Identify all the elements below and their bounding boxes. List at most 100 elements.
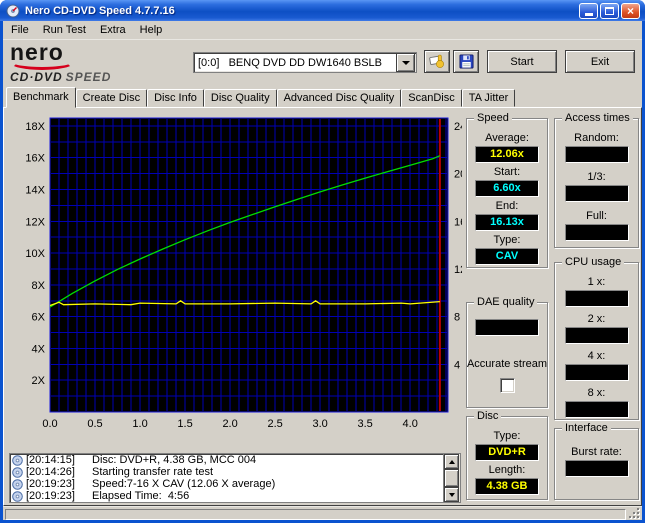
- minimize-button[interactable]: [579, 2, 598, 19]
- svg-text:16X: 16X: [25, 153, 45, 165]
- close-button[interactable]: ×: [621, 2, 640, 19]
- tab-scandisc[interactable]: ScanDisc: [401, 89, 462, 107]
- resize-grip[interactable]: [628, 507, 641, 520]
- tab-create-disc[interactable]: Create Disc: [75, 89, 148, 107]
- disc-length-value: 4.38 GB: [475, 478, 539, 495]
- start-button[interactable]: Start: [487, 50, 557, 73]
- log-entry[interactable]: [20:14:15] Disc: DVD+R, 4.38 GB, MCC 004: [10, 454, 460, 466]
- tab-disc-quality[interactable]: Disc Quality: [203, 89, 277, 107]
- end-speed-value: 16.13x: [475, 214, 539, 231]
- speed-type-value: CAV: [475, 248, 539, 265]
- titlebar[interactable]: Nero CD-DVD Speed 4.7.7.16 ×: [0, 0, 645, 21]
- log-entry-time: [20:19:23]: [26, 490, 75, 502]
- svg-text:6X: 6X: [32, 312, 46, 324]
- tab-advanced-disc-quality[interactable]: Advanced Disc Quality: [276, 89, 402, 107]
- svg-text:24: 24: [454, 121, 462, 133]
- arrow-up-icon: [448, 459, 455, 464]
- log-entry-text: Starting transfer rate test: [92, 466, 214, 478]
- svg-text:1.5: 1.5: [177, 418, 192, 430]
- speed-type-label: Type:: [493, 234, 521, 246]
- log-entry[interactable]: [20:19:23] Speed:7-16 X CAV (12.06 X ave…: [10, 478, 460, 490]
- access-times-groupbox: Access times Random: 1/3: Full:: [554, 112, 639, 248]
- random-access-value: [564, 146, 629, 163]
- dae-quality-value: [475, 319, 539, 336]
- cpu-8x-value: [564, 401, 629, 418]
- accurate-stream-label: Accurate stream: [466, 358, 548, 370]
- scroll-down-button[interactable]: [444, 487, 459, 502]
- interface-groupbox: Interface Burst rate:: [554, 422, 639, 500]
- svg-text:14X: 14X: [25, 185, 45, 197]
- svg-text:3.0: 3.0: [312, 418, 327, 430]
- svg-text:12X: 12X: [25, 216, 45, 228]
- log-list[interactable]: [20:14:15] Disc: DVD+R, 4.38 GB, MCC 004…: [9, 453, 461, 503]
- one-third-access-value: [564, 185, 629, 202]
- burst-rate-value: [564, 460, 629, 477]
- benchmark-chart: 2X 4X 6X 8X 10X 12X 14X 16X 18X 4 8 12 16 20 24 0.0 0.5 1…: [25, 117, 462, 430]
- log-entry[interactable]: [20:14:26] Starting transfer rate test: [10, 466, 460, 478]
- log-entry[interactable]: [20:19:23] Elapsed Time: 4:56: [10, 490, 460, 502]
- svg-text:8: 8: [454, 312, 460, 324]
- maximize-button[interactable]: [600, 2, 619, 19]
- svg-text:4X: 4X: [32, 343, 46, 355]
- cpu-4x-value: [564, 364, 629, 381]
- svg-text:0.5: 0.5: [87, 418, 102, 430]
- logo-product-line: CD·DVD: [10, 70, 63, 84]
- disc-icon: [12, 466, 23, 478]
- window-title: Nero CD-DVD Speed 4.7.7.16: [25, 4, 175, 17]
- log-entry-time: [20:14:15]: [26, 454, 75, 466]
- drive-selector-dropdown-button[interactable]: [396, 53, 415, 72]
- average-label: Average:: [485, 132, 529, 144]
- cpu-2x-value: [564, 327, 629, 344]
- svg-text:2.5: 2.5: [267, 418, 282, 430]
- full-access-label: Full:: [586, 210, 607, 222]
- hand-card-icon: [428, 54, 444, 68]
- scroll-up-button[interactable]: [444, 454, 459, 469]
- disc-icon: [12, 490, 23, 502]
- disc-groupbox-title: Disc: [474, 410, 502, 422]
- benchmark-tab-page: 2X 4X 6X 8X 10X 12X 14X 16X 18X 4 8 12 16 20 24 0.0 0.5 1…: [3, 107, 642, 506]
- tab-disc-info[interactable]: Disc Info: [147, 89, 204, 107]
- menu-extra[interactable]: Extra: [93, 22, 133, 38]
- logo-brand: nero: [10, 39, 64, 65]
- drive-selector-value: [0:0] BENQ DVD DD DW1640 BSLB: [198, 56, 383, 69]
- eject-load-button[interactable]: [424, 50, 450, 73]
- scrollbar-thumb[interactable]: [444, 469, 459, 487]
- svg-text:0.0: 0.0: [42, 418, 57, 430]
- log-entry-text: Disc: DVD+R, 4.38 GB, MCC 004: [92, 454, 257, 466]
- access-times-title: Access times: [562, 112, 633, 124]
- menu-help[interactable]: Help: [133, 22, 170, 38]
- speed-groupbox-title: Speed: [474, 112, 512, 124]
- start-speed-label: Start:: [493, 166, 521, 178]
- tab-ta-jitter[interactable]: TA Jitter: [461, 89, 516, 107]
- svg-text:3.5: 3.5: [358, 418, 373, 430]
- start-speed-value: 6.60x: [475, 180, 539, 197]
- cpu-1x-value: [564, 290, 629, 307]
- interface-title: Interface: [562, 422, 611, 434]
- nero-logo: nero CD·DVD SPEED: [10, 41, 180, 84]
- tab-bar: Benchmark Create Disc Disc Info Disc Qua…: [3, 87, 642, 108]
- one-third-access-label: 1/3:: [587, 171, 606, 183]
- accurate-stream-checkbox[interactable]: [499, 378, 515, 393]
- dae-quality-title: DAE quality: [474, 296, 538, 308]
- status-panel: [5, 509, 626, 520]
- svg-text:16: 16: [454, 216, 462, 228]
- logo-product: CD·DVD SPEED: [10, 70, 180, 84]
- exit-button[interactable]: Exit: [565, 50, 635, 73]
- save-results-button[interactable]: [453, 50, 479, 73]
- svg-text:2X: 2X: [32, 375, 46, 387]
- floppy-save-icon: [458, 54, 474, 69]
- disc-type-label: Type:: [493, 430, 521, 442]
- menu-file[interactable]: File: [4, 22, 36, 38]
- tab-benchmark[interactable]: Benchmark: [6, 87, 76, 108]
- status-bar: [3, 506, 642, 521]
- menu-run-test[interactable]: Run Test: [36, 22, 93, 38]
- cpu-usage-title: CPU usage: [562, 256, 625, 268]
- log-entry-text: Speed:7-16 X CAV (12.06 X average): [92, 478, 276, 490]
- log-entry-text: Elapsed Time: 4:56: [92, 490, 190, 502]
- svg-text:1.0: 1.0: [132, 418, 147, 430]
- minimize-icon: [584, 12, 593, 16]
- cpu-8x-label: 8 x:: [587, 387, 606, 399]
- speed-groupbox: Speed Average: 12.06x Start: 6.60x End: …: [466, 112, 548, 268]
- drive-selector[interactable]: [0:0] BENQ DVD DD DW1640 BSLB: [193, 52, 417, 73]
- log-scrollbar[interactable]: [443, 454, 460, 502]
